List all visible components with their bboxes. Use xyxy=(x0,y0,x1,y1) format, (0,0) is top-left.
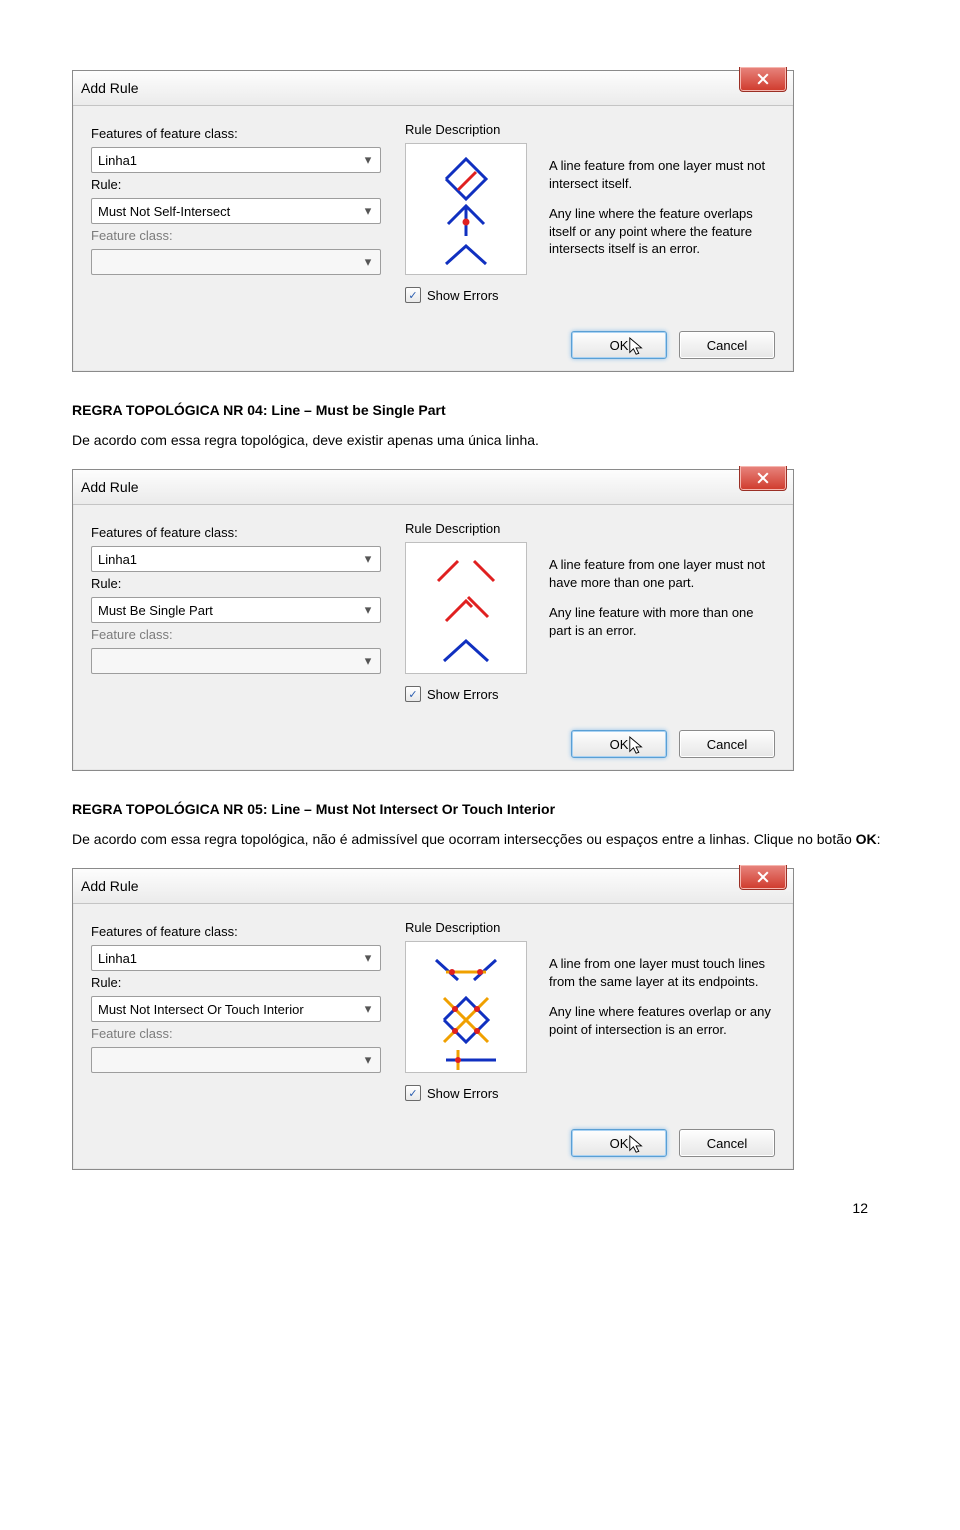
chevron-down-icon: ▾ xyxy=(360,1052,376,1068)
features-value: Linha1 xyxy=(98,951,137,966)
rule-combo[interactable]: Must Be Single Part ▾ xyxy=(91,597,381,623)
titlebar: Add Rule xyxy=(73,869,793,904)
ok-label: OK xyxy=(610,737,629,752)
rule-desc-label: Rule Description xyxy=(405,521,525,536)
chevron-down-icon: ▾ xyxy=(360,152,376,168)
features-combo[interactable]: Linha1 ▾ xyxy=(91,147,381,173)
cursor-icon xyxy=(628,735,646,757)
add-rule-dialog-3: Add Rule Features of feature class: Linh… xyxy=(72,868,794,1170)
close-icon xyxy=(757,73,769,85)
chevron-down-icon: ▾ xyxy=(360,950,376,966)
single-part-icon xyxy=(406,543,526,673)
chevron-down-icon: ▾ xyxy=(360,1001,376,1017)
chevron-down-icon: ▾ xyxy=(360,203,376,219)
featureclass-combo: ▾ xyxy=(91,249,381,275)
rule-label: Rule: xyxy=(91,177,381,192)
para-text: De acordo com essa regra topológica, não… xyxy=(72,831,856,847)
ok-button[interactable]: OK xyxy=(571,730,667,758)
chevron-down-icon: ▾ xyxy=(360,653,376,669)
cancel-button[interactable]: Cancel xyxy=(679,730,775,758)
features-label: Features of feature class: xyxy=(91,924,381,939)
rule-desc-1: A line from one layer must touch lines f… xyxy=(549,955,775,990)
ok-button[interactable]: OK xyxy=(571,331,667,359)
rule-desc-label: Rule Description xyxy=(405,920,525,935)
ok-label: OK xyxy=(610,1136,629,1151)
features-combo[interactable]: Linha1 ▾ xyxy=(91,945,381,971)
close-icon xyxy=(757,472,769,484)
rule-desc-1: A line feature from one layer must not i… xyxy=(549,157,775,192)
rule-label: Rule: xyxy=(91,975,381,990)
featureclass-label: Feature class: xyxy=(91,1026,381,1041)
add-rule-dialog-2: Add Rule Features of feature class: Linh… xyxy=(72,469,794,771)
rule-para-04: De acordo com essa regra topológica, dev… xyxy=(72,430,888,451)
show-errors-label: Show Errors xyxy=(427,288,499,303)
page: Add Rule Features of feature class: Linh… xyxy=(0,0,960,1256)
rule-illustration xyxy=(405,143,527,275)
cancel-label: Cancel xyxy=(707,1136,747,1151)
chevron-down-icon: ▾ xyxy=(360,602,376,618)
para-bold-ok: OK xyxy=(856,831,877,847)
cursor-icon xyxy=(628,336,646,358)
show-errors-label: Show Errors xyxy=(427,687,499,702)
self-intersect-icon xyxy=(406,144,526,274)
show-errors-checkbox[interactable]: ✓ xyxy=(405,287,421,303)
titlebar: Add Rule xyxy=(73,71,793,106)
rule-para-05: De acordo com essa regra topológica, não… xyxy=(72,829,888,850)
features-combo[interactable]: Linha1 ▾ xyxy=(91,546,381,572)
dialog-title: Add Rule xyxy=(81,878,139,894)
featureclass-combo: ▾ xyxy=(91,648,381,674)
show-errors-checkbox[interactable]: ✓ xyxy=(405,686,421,702)
close-button[interactable] xyxy=(739,865,787,890)
close-button[interactable] xyxy=(739,67,787,92)
rule-heading-05: REGRA TOPOLÓGICA NR 05: Line – Must Not … xyxy=(72,801,888,817)
rule-value: Must Not Intersect Or Touch Interior xyxy=(98,1002,304,1017)
dialog-title: Add Rule xyxy=(81,479,139,495)
features-value: Linha1 xyxy=(98,153,137,168)
rule-heading-04: REGRA TOPOLÓGICA NR 04: Line – Must be S… xyxy=(72,402,888,418)
show-errors-checkbox[interactable]: ✓ xyxy=(405,1085,421,1101)
rule-combo[interactable]: Must Not Intersect Or Touch Interior ▾ xyxy=(91,996,381,1022)
features-label: Features of feature class: xyxy=(91,525,381,540)
cancel-label: Cancel xyxy=(707,737,747,752)
close-icon xyxy=(757,871,769,883)
dialog-body: Features of feature class: Linha1 ▾ Rule… xyxy=(73,106,793,371)
show-errors-label: Show Errors xyxy=(427,1086,499,1101)
rule-value: Must Not Self-Intersect xyxy=(98,204,230,219)
featureclass-label: Feature class: xyxy=(91,228,381,243)
features-label: Features of feature class: xyxy=(91,126,381,141)
rule-desc-2: Any line where the feature overlaps itse… xyxy=(549,205,775,258)
intersect-touch-icon xyxy=(406,942,526,1072)
cancel-button[interactable]: Cancel xyxy=(679,331,775,359)
dialog-title: Add Rule xyxy=(81,80,139,96)
rule-label: Rule: xyxy=(91,576,381,591)
ok-button[interactable]: OK xyxy=(571,1129,667,1157)
rule-desc-2: Any line feature with more than one part… xyxy=(549,604,775,639)
dialog-body: Features of feature class: Linha1 ▾ Rule… xyxy=(73,505,793,770)
ok-label: OK xyxy=(610,338,629,353)
rule-illustration xyxy=(405,941,527,1073)
rule-desc-1: A line feature from one layer must not h… xyxy=(549,556,775,591)
cursor-icon xyxy=(628,1134,646,1156)
dialog-body: Features of feature class: Linha1 ▾ Rule… xyxy=(73,904,793,1169)
cancel-button[interactable]: Cancel xyxy=(679,1129,775,1157)
cancel-label: Cancel xyxy=(707,338,747,353)
rule-value: Must Be Single Part xyxy=(98,603,213,618)
featureclass-label: Feature class: xyxy=(91,627,381,642)
page-number: 12 xyxy=(72,1200,888,1216)
rule-desc-2: Any line where features overlap or any p… xyxy=(549,1003,775,1038)
rule-desc-label: Rule Description xyxy=(405,122,525,137)
features-value: Linha1 xyxy=(98,552,137,567)
chevron-down-icon: ▾ xyxy=(360,551,376,567)
rule-illustration xyxy=(405,542,527,674)
titlebar: Add Rule xyxy=(73,470,793,505)
add-rule-dialog-1: Add Rule Features of feature class: Linh… xyxy=(72,70,794,372)
chevron-down-icon: ▾ xyxy=(360,254,376,270)
close-button[interactable] xyxy=(739,466,787,491)
featureclass-combo: ▾ xyxy=(91,1047,381,1073)
para-colon: : xyxy=(877,831,881,847)
rule-combo[interactable]: Must Not Self-Intersect ▾ xyxy=(91,198,381,224)
